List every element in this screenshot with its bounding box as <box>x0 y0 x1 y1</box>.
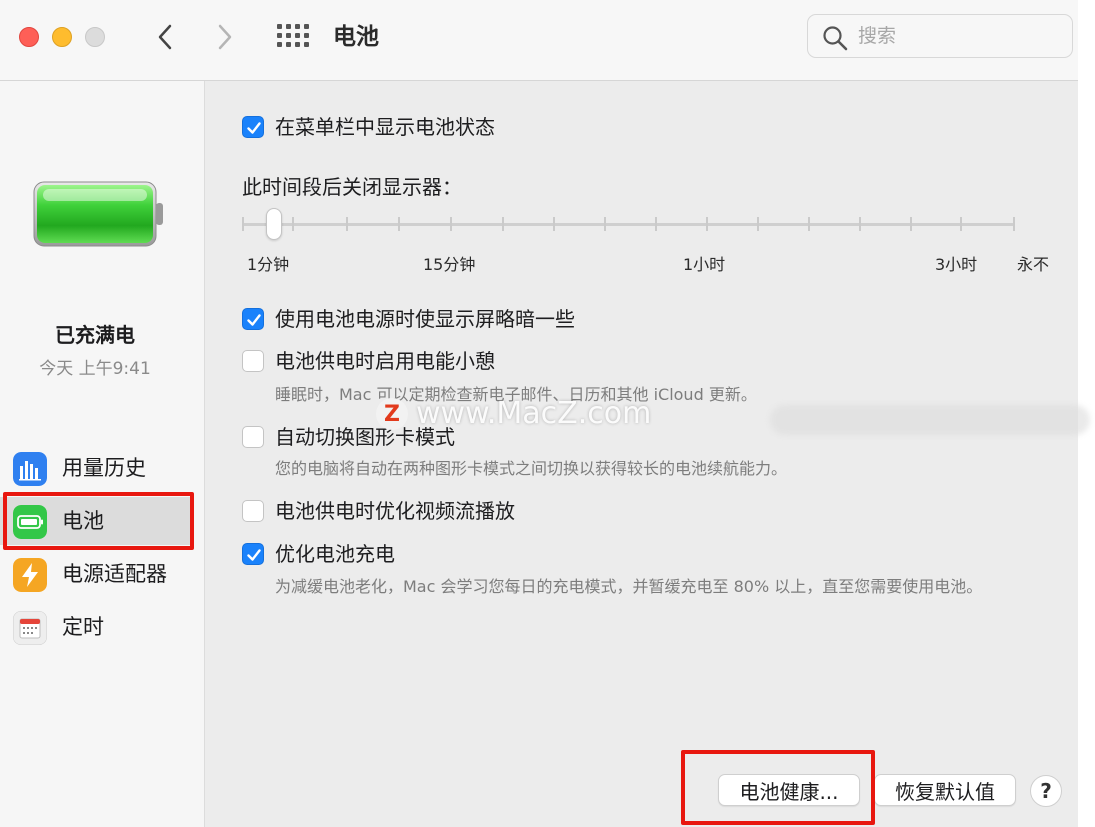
optimize-charging-description: 为减缓电池老化，Mac 会学习您每日的充电模式，并暂缓充电至 80% 以上，直至… <box>275 577 983 596</box>
display-off-slider-track[interactable] <box>242 223 1014 226</box>
watermark-blur <box>770 405 1090 435</box>
close-window-button[interactable] <box>19 27 39 47</box>
search-icon <box>823 26 848 51</box>
watermark-logo-icon: Z <box>376 398 408 430</box>
dim-display-checkbox[interactable] <box>242 308 264 330</box>
battery-status-time: 今天 上午9:41 <box>39 359 151 379</box>
display-off-slider-knob[interactable] <box>266 208 282 240</box>
slider-tick-label: 1小时 <box>683 255 726 274</box>
checkmark-icon <box>247 122 261 134</box>
show-in-menubar-label: 在菜单栏中显示电池状态 <box>275 115 495 139</box>
restore-defaults-button[interactable]: 恢复默认值 <box>874 774 1016 806</box>
sidebar-item-schedule[interactable]: 定时 <box>0 603 190 651</box>
forward-button[interactable] <box>210 20 240 54</box>
search-input[interactable]: 搜索 <box>807 14 1073 58</box>
watermark-text: www.MacZ.com <box>416 396 652 431</box>
power-nap-checkbox[interactable] <box>242 350 264 372</box>
optimize-charging-label: 优化电池充电 <box>275 542 395 566</box>
minimize-window-button[interactable] <box>52 27 72 47</box>
sidebar-item-label: 电池 <box>62 509 104 533</box>
help-button[interactable]: ? <box>1030 775 1062 807</box>
display-off-label: 此时间段后关闭显示器： <box>242 175 462 199</box>
checkmark-icon <box>247 314 261 326</box>
search-placeholder: 搜索 <box>858 25 897 47</box>
window-title: 电池 <box>333 24 379 50</box>
slider-tick-label: 1分钟 <box>247 255 290 274</box>
battery-icon <box>13 505 47 539</box>
show-all-grid-button[interactable] <box>277 24 309 50</box>
graphics-switching-description: 您的电脑将自动在两种图形卡模式之间切换以获得较长的电池续航能力。 <box>275 459 788 478</box>
checkmark-icon <box>247 549 261 561</box>
power-adapter-icon <box>13 558 47 592</box>
graphics-switching-checkbox[interactable] <box>242 426 264 448</box>
zoom-window-button[interactable] <box>85 27 105 47</box>
sidebar-item-battery[interactable]: 电池 <box>0 497 190 545</box>
sidebar-item-usage-history[interactable]: 用量历史 <box>0 444 190 492</box>
show-in-menubar-checkbox[interactable] <box>242 116 264 138</box>
schedule-calendar-icon <box>13 611 47 645</box>
optimize-video-label: 电池供电时优化视频流播放 <box>275 499 515 523</box>
slider-tick-label: 3小时 <box>935 255 978 274</box>
sidebar-item-label: 用量历史 <box>62 456 146 480</box>
sidebar-item-power-adapter[interactable]: 电源适配器 <box>0 550 190 598</box>
battery-full-icon <box>33 181 163 247</box>
usage-history-icon <box>13 452 47 486</box>
dim-display-label: 使用电池电源时使显示屏略暗一些 <box>275 307 575 331</box>
battery-health-button[interactable]: 电池健康... <box>718 774 860 806</box>
sidebar-item-label: 电源适配器 <box>62 562 167 586</box>
slider-tick-label: 15分钟 <box>423 255 476 274</box>
optimize-charging-checkbox[interactable] <box>242 543 264 565</box>
power-nap-label: 电池供电时启用电能小憩 <box>275 349 495 373</box>
sidebar: 已充满电 今天 上午9:41 用量历史 电池 电源适配器 定时 <box>0 81 205 827</box>
sidebar-item-label: 定时 <box>62 615 104 639</box>
back-button[interactable] <box>150 20 180 54</box>
chevron-right-icon <box>218 24 232 50</box>
slider-tick-label: 永不 <box>1017 255 1050 274</box>
optimize-video-checkbox[interactable] <box>242 500 264 522</box>
chevron-left-icon <box>158 24 172 50</box>
battery-status: 已充满电 <box>55 323 135 347</box>
title-bar: 电池 搜索 <box>0 0 1078 81</box>
